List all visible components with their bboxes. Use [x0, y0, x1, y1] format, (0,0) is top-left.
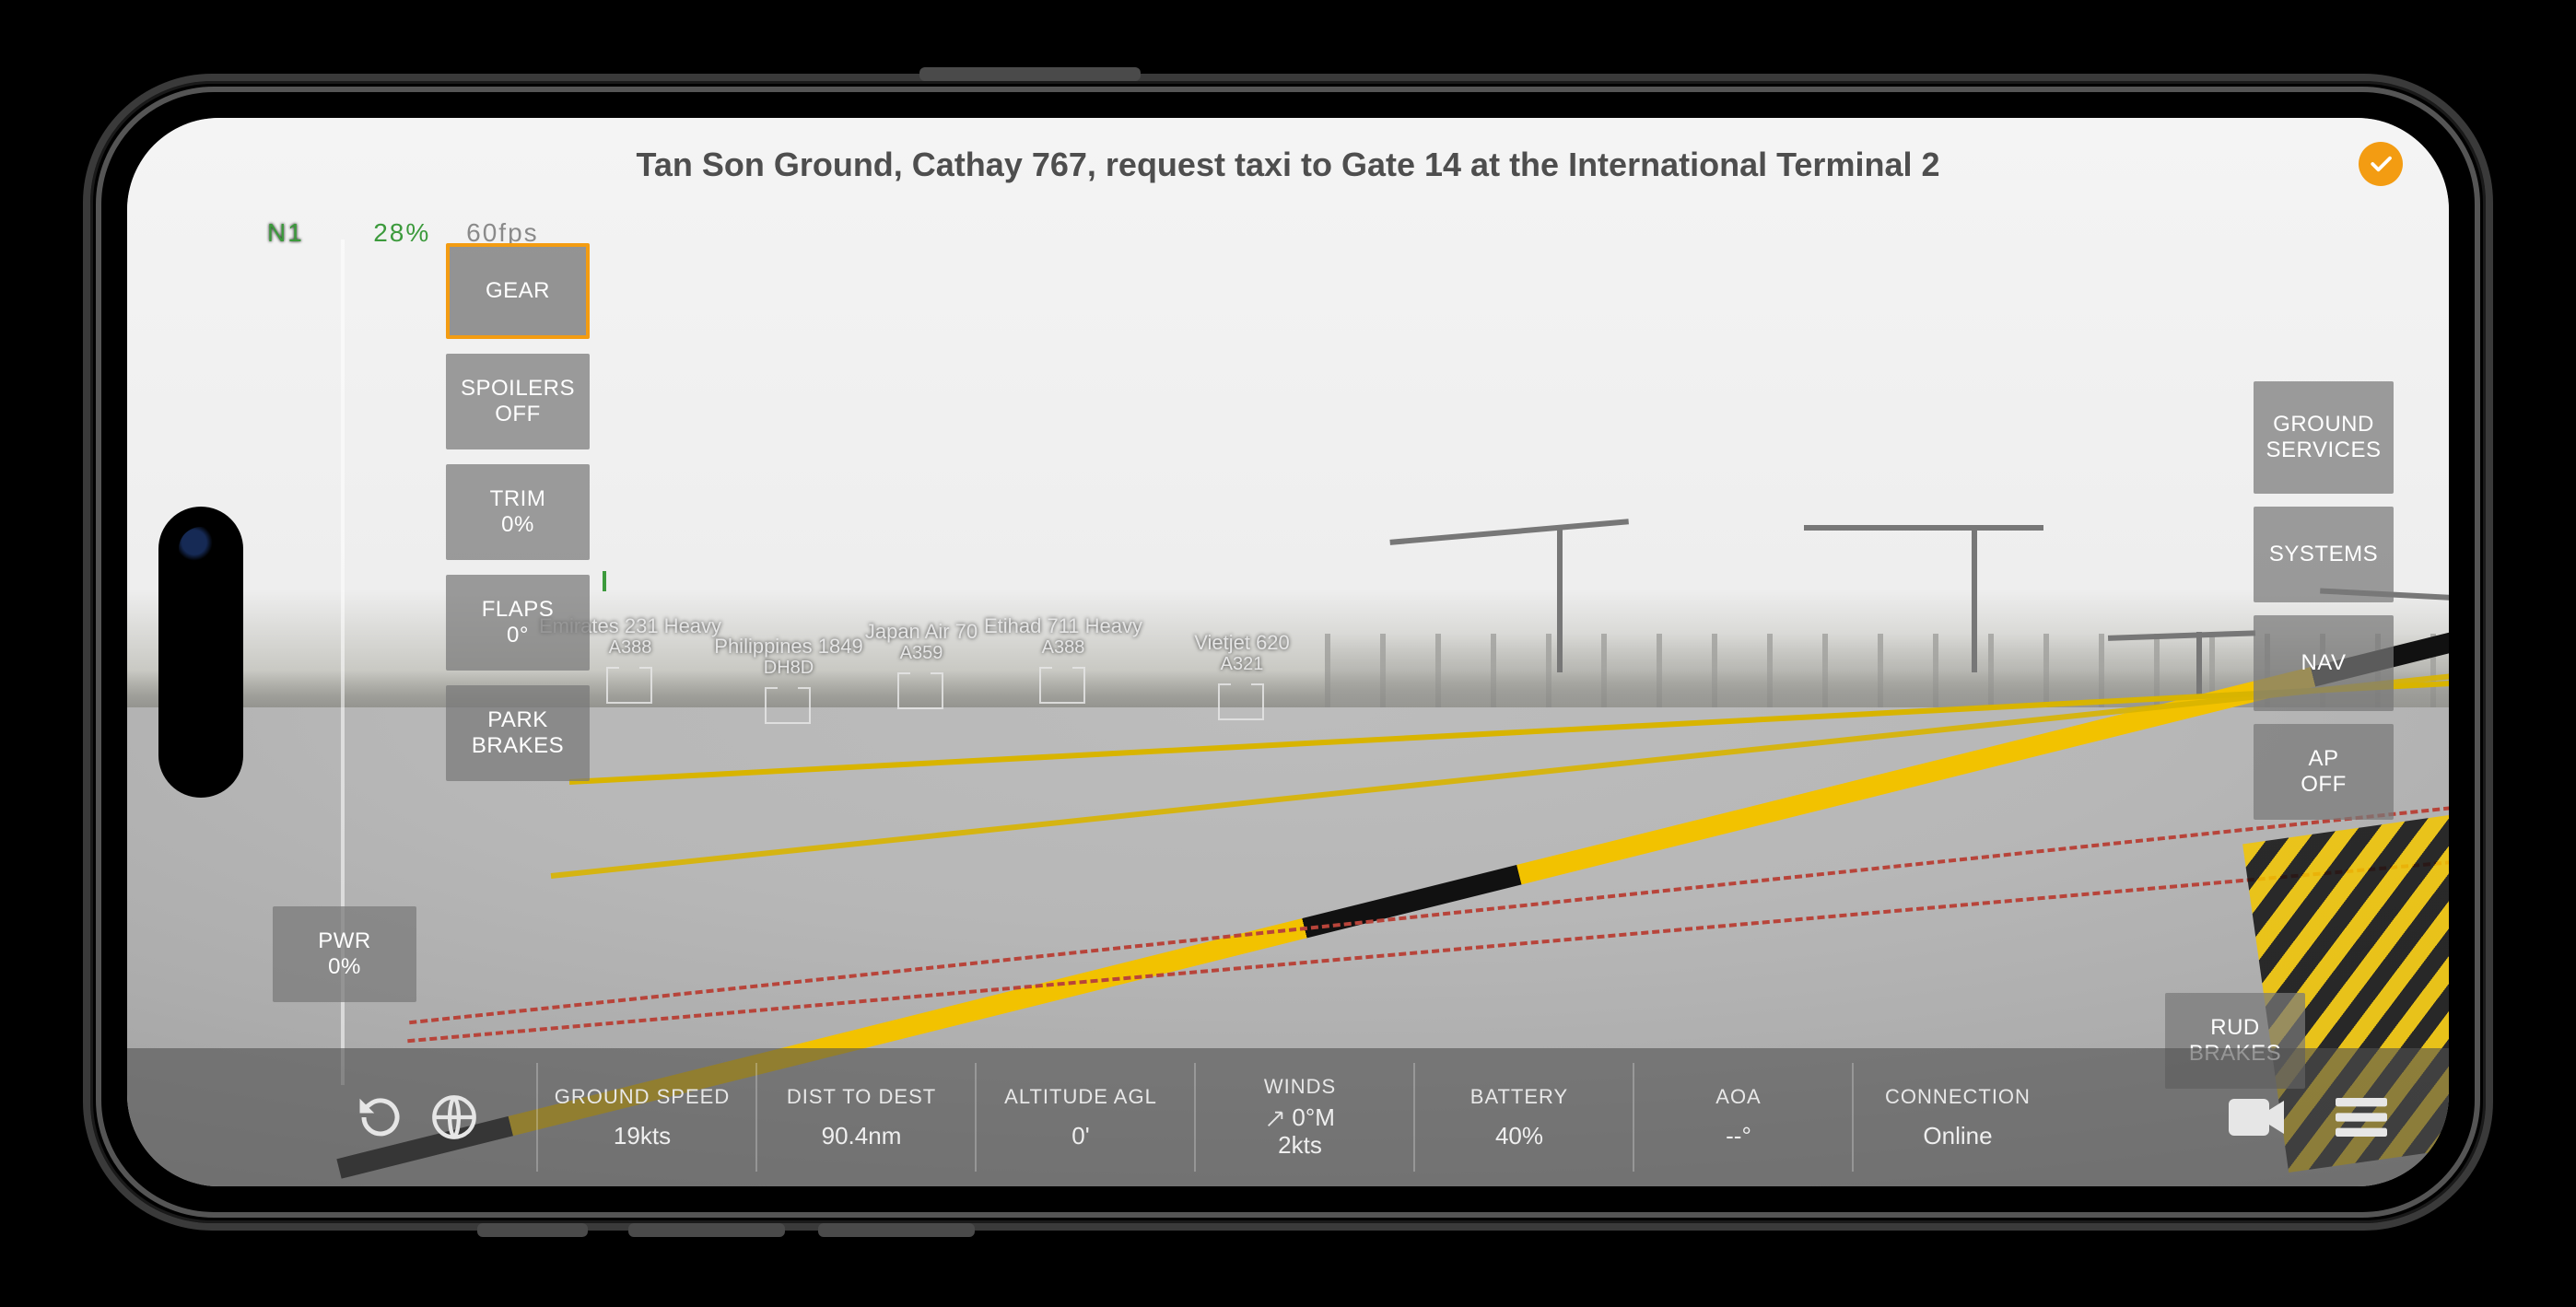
- traffic-target-bracket: [897, 672, 943, 709]
- park-brakes-label-2: BRAKES: [472, 733, 564, 759]
- flaps-button[interactable]: FLAPS 0°: [446, 575, 590, 671]
- replay-icon[interactable]: [348, 1085, 413, 1149]
- stat-label: GROUND SPEED: [555, 1085, 730, 1109]
- right-control-column: GROUND SERVICES SYSTEMS NAV AP OFF: [2254, 381, 2394, 820]
- status-bar: GROUND SPEED 19kts DIST TO DEST 90.4nm A…: [127, 1048, 2449, 1186]
- phone-side-button: [818, 1223, 975, 1237]
- spoilers-button[interactable]: SPOILERS OFF: [446, 354, 590, 449]
- traffic-label[interactable]: Etihad 711 HeavyA388: [984, 615, 1142, 658]
- power-button-value: 0%: [328, 954, 361, 980]
- traffic-type: A359: [865, 643, 978, 663]
- park-brakes-label-1: PARK: [487, 707, 548, 733]
- phone-side-button: [919, 67, 1141, 81]
- trim-label: TRIM: [490, 486, 546, 512]
- nav-button[interactable]: NAV: [2254, 615, 2394, 711]
- traffic-target-bracket: [1039, 667, 1085, 704]
- atc-message[interactable]: Tan Son Ground, Cathay 767, request taxi…: [127, 146, 2449, 184]
- ground-services-label-1: GROUND: [2273, 412, 2374, 438]
- stat-value: Online: [1923, 1122, 1992, 1150]
- game-viewport[interactable]: 25 Emirates 231 HeavyA388Philippines 184…: [127, 118, 2449, 1186]
- gear-button-label: GEAR: [486, 278, 550, 304]
- confirm-tick-icon[interactable]: [2359, 142, 2403, 186]
- stat-ground-speed[interactable]: GROUND SPEED 19kts: [536, 1063, 746, 1172]
- stat-label: BATTERY: [1470, 1085, 1568, 1109]
- stat-label: WINDS: [1264, 1075, 1336, 1099]
- park-brakes-button[interactable]: PARK BRAKES: [446, 685, 590, 781]
- n1-value: 28%: [373, 218, 430, 247]
- stat-label: AOA: [1715, 1085, 1761, 1109]
- n1-label: N1: [267, 218, 304, 247]
- flaps-label: FLAPS: [482, 597, 555, 623]
- stat-altitude-agl[interactable]: ALTITUDE AGL 0': [975, 1063, 1185, 1172]
- trim-value: 0%: [501, 512, 534, 538]
- phone-frame: 25 Emirates 231 HeavyA388Philippines 184…: [83, 74, 2493, 1231]
- traffic-callsign: Philippines 1849: [714, 635, 862, 658]
- traffic-target-bracket: [765, 687, 811, 724]
- traffic-type: A388: [984, 637, 1142, 658]
- wind-arrow-icon: [1265, 1109, 1285, 1129]
- stat-battery[interactable]: BATTERY 40%: [1413, 1063, 1623, 1172]
- traffic-type: DH8D: [714, 658, 862, 678]
- stat-value: 40%: [1495, 1122, 1543, 1150]
- stat-label: ALTITUDE AGL: [1004, 1085, 1157, 1109]
- ground-services-label-2: SERVICES: [2266, 438, 2382, 463]
- traffic-label[interactable]: Philippines 1849DH8D: [714, 636, 862, 678]
- traffic-label[interactable]: Vietjet 620A321: [1194, 632, 1290, 674]
- ground-services-button[interactable]: GROUND SERVICES: [2254, 381, 2394, 494]
- stat-winds[interactable]: WINDS 0°M 2kts: [1194, 1063, 1404, 1172]
- traffic-label[interactable]: Japan Air 70A359: [865, 621, 978, 663]
- traffic-target-bracket: [606, 667, 652, 704]
- systems-label: SYSTEMS: [2269, 542, 2378, 567]
- stat-value: 90.4nm: [822, 1122, 902, 1150]
- stat-connection[interactable]: CONNECTION Online: [1852, 1063, 2062, 1172]
- trim-button[interactable]: TRIM 0%: [446, 464, 590, 560]
- phone-side-button: [477, 1223, 588, 1237]
- spoilers-label: SPOILERS: [461, 376, 575, 402]
- spoilers-value: OFF: [495, 402, 541, 427]
- stat-value: 19kts: [614, 1122, 671, 1150]
- left-control-column: GEAR SPOILERS OFF TRIM 0% FLAPS 0° PARK …: [446, 243, 590, 781]
- stat-value: 0°M 2kts: [1265, 1104, 1335, 1160]
- stat-aoa[interactable]: AOA --°: [1633, 1063, 1843, 1172]
- power-button[interactable]: PWR 0%: [273, 906, 416, 1002]
- systems-button[interactable]: SYSTEMS: [2254, 507, 2394, 602]
- traffic-callsign: Japan Air 70: [865, 620, 978, 643]
- globe-icon[interactable]: [422, 1085, 486, 1149]
- stat-label: CONNECTION: [1885, 1085, 2031, 1109]
- trim-indicator-tick: [603, 571, 606, 591]
- stat-value: --°: [1726, 1122, 1751, 1150]
- menu-icon[interactable]: [2329, 1085, 2394, 1149]
- gear-button[interactable]: GEAR: [446, 243, 590, 339]
- traffic-target-bracket: [1218, 683, 1264, 720]
- traffic-type: A321: [1194, 654, 1290, 674]
- autopilot-label-2: OFF: [2301, 772, 2347, 798]
- autopilot-label-1: AP: [2308, 746, 2338, 772]
- camera-icon[interactable]: [2224, 1085, 2289, 1149]
- stat-dist-to-dest[interactable]: DIST TO DEST 90.4nm: [755, 1063, 966, 1172]
- nav-label: NAV: [2301, 650, 2346, 676]
- phone-side-button: [628, 1223, 785, 1237]
- dynamic-island: [158, 507, 243, 798]
- rudder-brakes-label-1: RUD: [2210, 1015, 2260, 1041]
- stat-value: 0': [1071, 1122, 1089, 1150]
- stat-label: DIST TO DEST: [787, 1085, 936, 1109]
- flaps-value: 0°: [507, 623, 529, 648]
- power-button-label: PWR: [318, 928, 371, 954]
- traffic-callsign: Etihad 711 Heavy: [984, 614, 1142, 637]
- autopilot-button[interactable]: AP OFF: [2254, 724, 2394, 820]
- traffic-callsign: Vietjet 620: [1194, 631, 1290, 654]
